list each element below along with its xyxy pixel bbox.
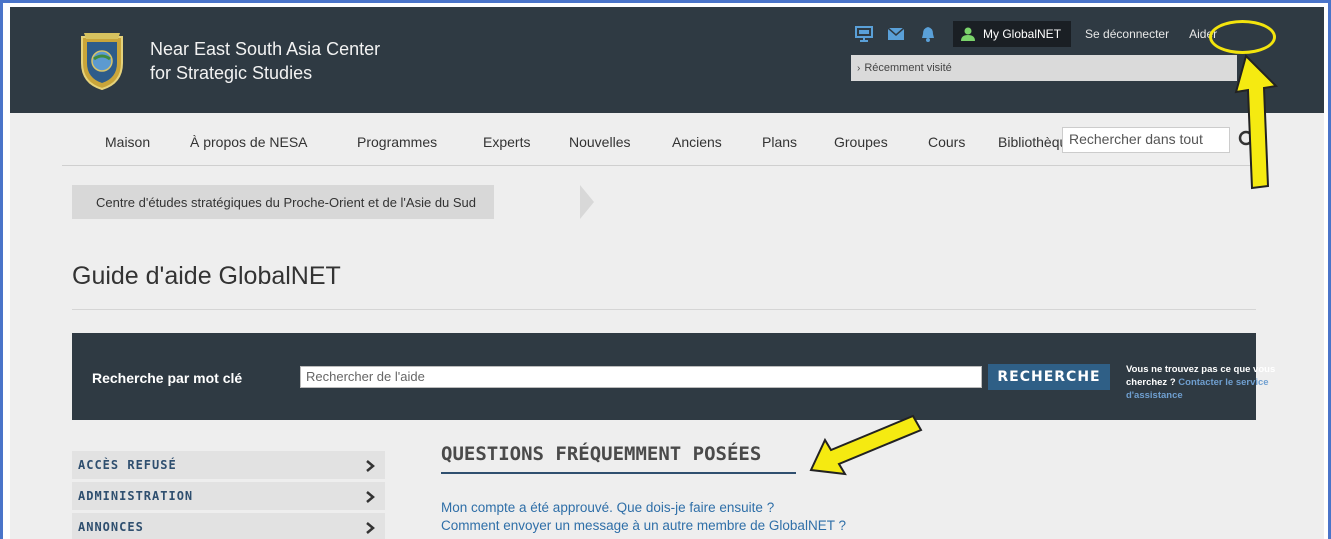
top-toolbar: My GlobalNET Se déconnecter Aider (855, 20, 1225, 48)
org-name-line2: for Strategic Studies (150, 63, 313, 83)
faq-link[interactable]: Mon compte a été approuvé. Que dois-je f… (441, 500, 774, 515)
help-search-input[interactable]: Rechercher de l'aide (300, 366, 982, 388)
breadcrumb[interactable]: Centre d'études stratégiques du Proche-O… (72, 185, 495, 219)
my-globalnet-button[interactable]: My GlobalNET (953, 21, 1072, 47)
bell-icon[interactable] (919, 26, 937, 42)
nav-item-anciens[interactable]: Anciens (672, 134, 722, 150)
help-search-band: Recherche par mot clé Rechercher de l'ai… (72, 333, 1275, 420)
recently-visited-label: Récemment visité (864, 62, 952, 74)
sidebar-item-annonces[interactable]: ANNONCES (72, 513, 385, 539)
faq-title: QUESTIONS FRÉQUEMMENT POSÉES (441, 443, 762, 465)
keyword-search-label: Recherche par mot clé (92, 370, 243, 386)
help-highlight-circle (1209, 20, 1276, 54)
page-title: Guide d'aide GlobalNET (72, 262, 341, 290)
sidebar-item-acces-refuse[interactable]: ACCÈS REFUSÉ (72, 451, 385, 479)
chevron-right-icon (366, 491, 375, 503)
annotation-arrow-down-icon (809, 414, 923, 476)
org-name[interactable]: Near East South Asia Center for Strategi… (150, 37, 380, 85)
help-search-button[interactable]: RECHERCHE (988, 364, 1110, 390)
sidebar-item-label: ANNONCES (78, 520, 144, 534)
annotation-arrow-up-icon (1234, 54, 1279, 190)
user-icon (961, 27, 975, 41)
faq-title-underline (441, 472, 796, 474)
chevron-right-icon (366, 460, 375, 472)
nav-item-about[interactable]: À propos de NESA (190, 134, 308, 150)
nav-item-programmes[interactable]: Programmes (357, 134, 437, 150)
nav-item-maison[interactable]: Maison (105, 134, 150, 150)
nav-item-groupes[interactable]: Groupes (834, 134, 888, 150)
nav-divider (62, 165, 1264, 166)
site-search-input[interactable]: Rechercher dans tout (1062, 127, 1230, 153)
sidebar-item-administration[interactable]: ADMINISTRATION (72, 482, 385, 510)
sidebar-item-label: ACCÈS REFUSÉ (78, 458, 177, 472)
nav-item-plans[interactable]: Plans (762, 134, 797, 150)
logout-link[interactable]: Se déconnecter (1085, 27, 1169, 41)
my-globalnet-label: My GlobalNET (983, 27, 1062, 41)
nesa-logo-icon[interactable] (78, 29, 126, 91)
help-contact-text: Vous ne trouvez pas ce que vous cherchez… (1126, 363, 1306, 402)
breadcrumb-label: Centre d'études stratégiques du Proche-O… (96, 194, 477, 210)
breadcrumb-arrow (580, 185, 594, 219)
nav-item-nouvelles[interactable]: Nouvelles (569, 134, 630, 150)
recently-visited-dropdown[interactable]: › Récemment visité (851, 55, 1237, 81)
mail-icon[interactable] (887, 26, 905, 42)
site-header: Near East South Asia Center for Strategi… (10, 7, 1324, 113)
sidebar-item-label: ADMINISTRATION (78, 489, 194, 503)
chevron-right-icon: › (857, 62, 861, 74)
title-divider (72, 309, 1256, 310)
nav-item-cours[interactable]: Cours (928, 134, 965, 150)
main-nav: Maison À propos de NESA Programmes Exper… (10, 113, 1324, 167)
faq-link[interactable]: Comment envoyer un message à un autre me… (441, 518, 846, 533)
chevron-right-icon (366, 522, 375, 534)
org-name-line1: Near East South Asia Center (150, 39, 381, 59)
presentation-icon[interactable] (855, 26, 873, 42)
nav-item-experts[interactable]: Experts (483, 134, 530, 150)
